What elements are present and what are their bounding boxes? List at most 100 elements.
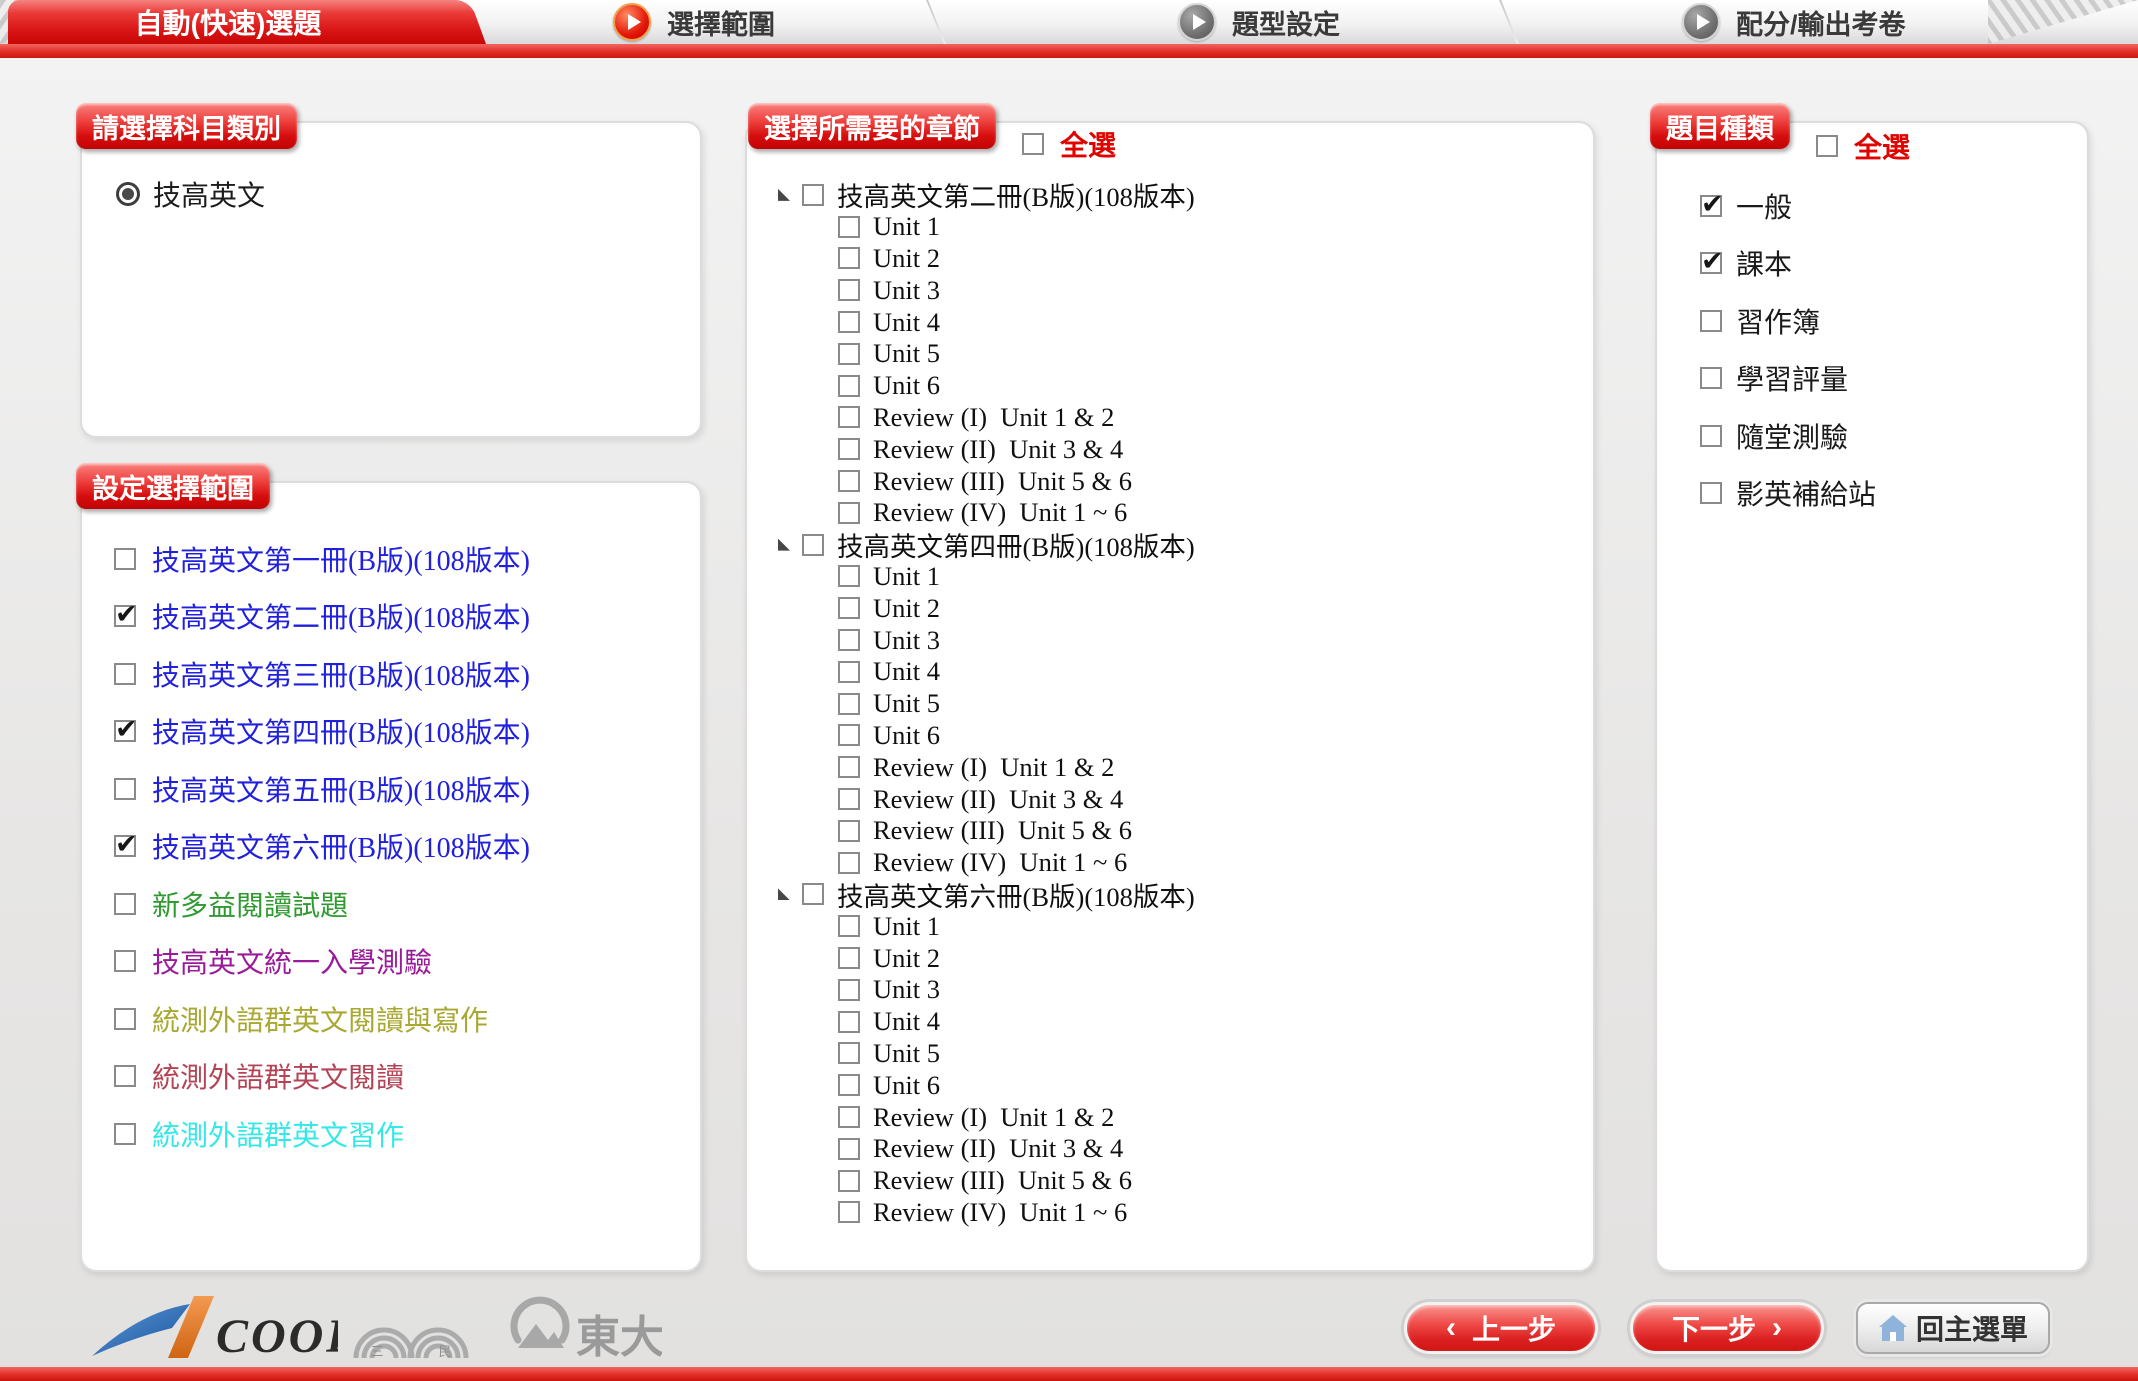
qtype-item-row[interactable]: 影英補給站 (1700, 465, 1876, 523)
tree-expander-icon[interactable] (778, 888, 790, 900)
qtype-item-label[interactable]: 隨堂測驗 (1736, 416, 1848, 456)
checkbox[interactable] (838, 406, 860, 428)
tree-item-row[interactable]: Review (III) Unit 5 & 6 (776, 1165, 1195, 1197)
tree-item-row[interactable]: Unit 2 (776, 592, 1195, 624)
tree-item-row[interactable]: Review (I) Unit 1 & 2 (776, 1101, 1195, 1133)
tree-item-label[interactable]: Review (IV) Unit 1 ~ 6 (873, 847, 1127, 878)
tree-item-row[interactable]: Unit 4 (776, 1006, 1195, 1038)
range-item-label[interactable]: 技高英文第二冊(B版)(108版本) (152, 596, 530, 636)
checkbox[interactable] (1816, 135, 1838, 157)
checkbox[interactable] (838, 438, 860, 460)
checkbox[interactable] (838, 470, 860, 492)
tree-item-row[interactable]: Review (IV) Unit 1 ~ 6 (776, 497, 1195, 529)
checkbox[interactable] (838, 852, 860, 874)
checkbox[interactable] (802, 534, 824, 556)
checkbox[interactable] (838, 343, 860, 365)
checkbox[interactable] (838, 693, 860, 715)
checkbox[interactable] (838, 1042, 860, 1064)
tree-item-label[interactable]: Unit 4 (873, 656, 940, 687)
tree-item-label[interactable]: Unit 6 (873, 720, 940, 751)
tree-item-row[interactable]: Review (II) Unit 3 & 4 (776, 433, 1195, 465)
checkbox[interactable] (838, 1011, 860, 1033)
tree-item-label[interactable]: Unit 1 (873, 211, 940, 242)
tree-group-row[interactable]: 技高英文第六冊(B版)(108版本) (776, 879, 1195, 911)
tree-item-row[interactable]: Unit 1 (776, 910, 1195, 942)
range-item-label[interactable]: 技高英文第一冊(B版)(108版本) (152, 539, 530, 579)
tree-item-label[interactable]: Unit 6 (873, 1070, 940, 1101)
tree-item-row[interactable]: Review (IV) Unit 1 ~ 6 (776, 1197, 1195, 1229)
checkbox[interactable] (1700, 310, 1722, 332)
tree-item-label[interactable]: Unit 5 (873, 1038, 940, 1069)
tree-item-row[interactable]: Unit 5 (776, 688, 1195, 720)
qtype-item-label[interactable]: 一般 (1736, 186, 1792, 226)
prev-step-button[interactable]: ‹ 上一步 (1404, 1302, 1598, 1354)
checkbox[interactable] (838, 1201, 860, 1223)
tree-item-label[interactable]: Unit 3 (873, 275, 940, 306)
tree-group-label[interactable]: 技高英文第二冊(B版)(108版本) (837, 175, 1195, 214)
tree-item-label[interactable]: Unit 2 (873, 593, 940, 624)
range-item-row[interactable]: 技高英文第一冊(B版)(108版本) (114, 530, 530, 588)
tree-item-row[interactable]: Unit 6 (776, 1069, 1195, 1101)
tree-expander-icon[interactable] (778, 539, 790, 551)
range-item-label[interactable]: 技高英文統一入學測驗 (152, 941, 432, 981)
checkbox[interactable] (1700, 252, 1722, 274)
tab-auto-quick-select[interactable]: 自動(快速)選題 (8, 0, 448, 44)
range-item-row[interactable]: 統測外語群英文閱讀與寫作 (114, 990, 530, 1048)
checkbox[interactable] (838, 1106, 860, 1128)
range-item-row[interactable]: 技高英文第四冊(B版)(108版本) (114, 703, 530, 761)
qtype-item-label[interactable]: 影英補給站 (1736, 473, 1876, 513)
range-item-label[interactable]: 技高英文第六冊(B版)(108版本) (152, 826, 530, 866)
tree-item-label[interactable]: Review (III) Unit 5 & 6 (873, 1165, 1132, 1196)
range-item-label[interactable]: 新多益閱讀試題 (152, 884, 348, 924)
checkbox[interactable] (838, 788, 860, 810)
tree-group-label[interactable]: 技高英文第六冊(B版)(108版本) (837, 875, 1195, 914)
checkbox[interactable] (838, 311, 860, 333)
checkbox[interactable] (114, 893, 136, 915)
checkbox[interactable] (838, 279, 860, 301)
qtype-item-label[interactable]: 學習評量 (1736, 358, 1848, 398)
checkbox[interactable] (838, 820, 860, 842)
checkbox[interactable] (838, 724, 860, 746)
checkbox[interactable] (114, 778, 136, 800)
tree-item-row[interactable]: Review (III) Unit 5 & 6 (776, 465, 1195, 497)
range-item-label[interactable]: 統測外語群英文習作 (152, 1114, 404, 1154)
tree-item-row[interactable]: Unit 3 (776, 274, 1195, 306)
checkbox[interactable] (838, 947, 860, 969)
tree-group-row[interactable]: 技高英文第二冊(B版)(108版本) (776, 179, 1195, 211)
tab-score-output[interactable]: 配分/輸出考卷 (1682, 0, 1906, 44)
range-item-label[interactable]: 技高英文第五冊(B版)(108版本) (152, 769, 530, 809)
checkbox[interactable] (838, 216, 860, 238)
range-item-row[interactable]: 統測外語群英文閱讀 (114, 1048, 530, 1106)
tree-item-label[interactable]: Unit 1 (873, 561, 940, 592)
range-item-row[interactable]: 新多益閱讀試題 (114, 875, 530, 933)
tree-item-label[interactable]: Review (II) Unit 3 & 4 (873, 434, 1123, 465)
tree-item-label[interactable]: Unit 4 (873, 1006, 940, 1037)
tree-item-label[interactable]: Review (III) Unit 5 & 6 (873, 815, 1132, 846)
tree-item-label[interactable]: Unit 5 (873, 338, 940, 369)
tree-item-label[interactable]: Unit 1 (873, 911, 940, 942)
checkbox[interactable] (114, 548, 136, 570)
tree-item-row[interactable]: Unit 5 (776, 1038, 1195, 1070)
range-item-row[interactable]: 技高英文第二冊(B版)(108版本) (114, 588, 530, 646)
checkbox[interactable] (838, 375, 860, 397)
range-item-label[interactable]: 技高英文第三冊(B版)(108版本) (152, 654, 530, 694)
checkbox[interactable] (838, 661, 860, 683)
qtype-item-row[interactable]: 一般 (1700, 177, 1876, 235)
checkbox[interactable] (114, 1065, 136, 1087)
checkbox[interactable] (838, 597, 860, 619)
subject-option-row[interactable]: 技高英文 (116, 174, 265, 214)
tree-item-label[interactable]: Unit 3 (873, 625, 940, 656)
select-all-label[interactable]: 全選 (1854, 126, 1910, 166)
qtype-item-row[interactable]: 習作簿 (1700, 292, 1876, 350)
tree-item-row[interactable]: Unit 1 (776, 211, 1195, 243)
qtype-item-label[interactable]: 習作簿 (1736, 301, 1820, 341)
tree-item-row[interactable]: Unit 2 (776, 942, 1195, 974)
home-menu-button[interactable]: 回主選單 (1856, 1302, 2050, 1354)
tree-item-row[interactable]: Review (I) Unit 1 & 2 (776, 402, 1195, 434)
tree-item-row[interactable]: Unit 3 (776, 624, 1195, 656)
checkbox[interactable] (838, 1074, 860, 1096)
tree-item-row[interactable]: Review (IV) Unit 1 ~ 6 (776, 847, 1195, 879)
tree-item-row[interactable]: Review (I) Unit 1 & 2 (776, 751, 1195, 783)
chapter-select-all[interactable]: 全選 (1022, 124, 1116, 164)
checkbox[interactable] (802, 184, 824, 206)
